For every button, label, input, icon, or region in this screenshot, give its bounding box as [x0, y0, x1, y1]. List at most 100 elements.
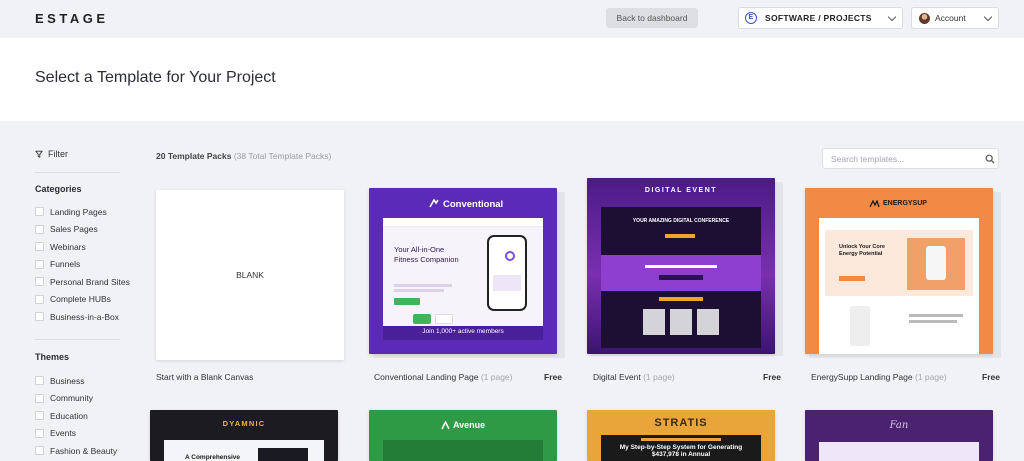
category-personal-brand-sites[interactable]: Personal Brand Sites [35, 273, 130, 291]
template-thumb-energysupp[interactable]: ENERGYSUP Unlock Your Core Energy Potent… [805, 188, 993, 354]
preview-line [394, 289, 444, 292]
themes-heading: Themes [35, 352, 70, 362]
template-page-count: (1 page) [480, 372, 513, 382]
checkbox[interactable] [35, 312, 44, 322]
template-total-label: (38 Total Template Packs) [233, 151, 332, 161]
category-webinars[interactable]: Webinars [35, 238, 130, 256]
top-bar: ESTAGE Back to dashboard E SOFTWARE / PR… [0, 0, 1024, 38]
speaker-photo [670, 309, 692, 335]
category-sales-pages[interactable]: Sales Pages [35, 221, 130, 239]
preview-line [909, 320, 957, 323]
account-label: Account [935, 13, 966, 23]
project-select-label: SOFTWARE / PROJECTS [765, 13, 872, 23]
avenue-brand: Avenue [453, 420, 486, 430]
filter-toggle[interactable]: Filter [35, 149, 68, 159]
preview-line [659, 275, 703, 280]
speaker-photo [643, 309, 665, 335]
conventional-logo-icon [429, 199, 439, 208]
template-thumb-stratis[interactable]: STRATIS My Step-by-Step System for Gener… [587, 410, 775, 461]
search-input[interactable] [831, 152, 981, 166]
phone-ring [505, 251, 515, 261]
category-business-in-a-box[interactable]: Business-in-a-Box [35, 308, 130, 326]
category-landing-pages[interactable]: Landing Pages [35, 203, 130, 221]
energysup-logo-icon [869, 200, 880, 208]
template-thumb-digital-event[interactable]: DIGITAL EVENT YOUR AMAZING DIGITAL CONFE… [587, 178, 775, 354]
template-name-text: Conventional Landing Page [374, 372, 479, 382]
theme-business[interactable]: Business [35, 372, 117, 390]
theme-events[interactable]: Events [35, 425, 117, 443]
category-label: Sales Pages [50, 224, 98, 235]
stratis-preview: My Step-by-Step System for Generating $4… [601, 435, 761, 461]
dyamnic-brand: DYAMNIC [222, 419, 266, 428]
theme-label: Business [50, 375, 85, 386]
avenue-preview [383, 440, 543, 461]
search-icon[interactable] [985, 154, 995, 164]
category-funnels[interactable]: Funnels [35, 256, 130, 274]
estage-logo[interactable]: ESTAGE [35, 11, 109, 26]
preview-line [394, 284, 452, 287]
template-thumb-blank[interactable]: BLANK [156, 190, 344, 360]
preview-cta [839, 276, 865, 281]
stratis-brand: STRATIS [654, 417, 708, 429]
project-select[interactable]: E SOFTWARE / PROJECTS [738, 7, 903, 29]
checkbox[interactable] [35, 207, 44, 217]
template-name-text: Digital Event [593, 372, 641, 382]
theme-label: Education [50, 410, 88, 421]
preview-badge [413, 314, 431, 324]
avenue-logo-icon [441, 421, 450, 430]
template-thumb-fan[interactable]: Fan [805, 410, 993, 461]
checkbox[interactable] [35, 294, 44, 304]
preview-badge [435, 314, 453, 324]
checkbox[interactable] [35, 242, 44, 252]
account-menu[interactable]: Account [911, 7, 999, 29]
category-complete-hubs[interactable]: Complete HUBs [35, 291, 130, 309]
theme-fashion-beauty[interactable]: Fashion & Beauty [35, 442, 117, 460]
checkbox[interactable] [35, 428, 44, 438]
energysupp-headline: Unlock Your Core Energy Potential [839, 244, 885, 257]
blank-thumb-label: BLANK [236, 270, 264, 280]
checkbox[interactable] [35, 376, 44, 386]
speaker-photo [697, 309, 719, 335]
template-page-count: (1 page) [915, 372, 947, 382]
theme-community[interactable]: Community [35, 390, 117, 408]
template-price: Free [763, 372, 781, 382]
theme-label: Events [50, 428, 76, 439]
template-thumb-dyamnic[interactable]: DYAMNIC A Comprehensive [150, 410, 338, 461]
theme-label: Fashion & Beauty [50, 445, 118, 456]
checkbox[interactable] [35, 411, 44, 421]
preview-cta [665, 234, 695, 238]
template-name[interactable]: Digital Event (1 page) [593, 372, 675, 382]
digital-event-brand: DIGITAL EVENT [644, 187, 718, 194]
divider [35, 172, 120, 173]
divider [35, 339, 120, 340]
checkbox[interactable] [35, 259, 44, 269]
checkbox[interactable] [35, 446, 44, 456]
preview-button [659, 297, 703, 301]
preview-line [645, 265, 717, 268]
template-name[interactable]: EnergySupp Landing Page (1 page) [811, 372, 947, 382]
fan-preview [819, 442, 979, 461]
checkbox[interactable] [35, 393, 44, 403]
template-price: Free [544, 372, 562, 382]
preview-cta [394, 298, 420, 305]
template-name[interactable]: Start with a Blank Canvas [156, 372, 253, 382]
theme-education[interactable]: Education [35, 407, 117, 425]
back-to-dashboard-button[interactable]: Back to dashboard [606, 8, 698, 28]
template-name[interactable]: Conventional Landing Page (1 page) [374, 372, 513, 382]
title-bar: Select a Template for Your Project [0, 38, 1024, 121]
estage-e-icon: E [745, 12, 757, 24]
template-thumb-avenue[interactable]: Avenue [369, 410, 557, 461]
search-box[interactable] [822, 148, 999, 169]
stratis-headline: My Step-by-Step System for Generating $4… [619, 444, 743, 458]
preview-line [641, 438, 721, 441]
checkbox[interactable] [35, 224, 44, 234]
template-thumb-conventional[interactable]: Conventional Your All-in-One Fitness Com… [369, 188, 557, 354]
product-panel [907, 238, 965, 290]
countdown-band [601, 255, 761, 291]
energysupp-preview: Unlock Your Core Energy Potential [819, 218, 979, 354]
chevron-down-icon [983, 12, 993, 22]
category-label: Complete HUBs [50, 294, 111, 305]
digital-event-preview: YOUR AMAZING DIGITAL CONFERENCE [601, 207, 761, 348]
checkbox[interactable] [35, 277, 44, 287]
category-label: Personal Brand Sites [50, 276, 130, 287]
